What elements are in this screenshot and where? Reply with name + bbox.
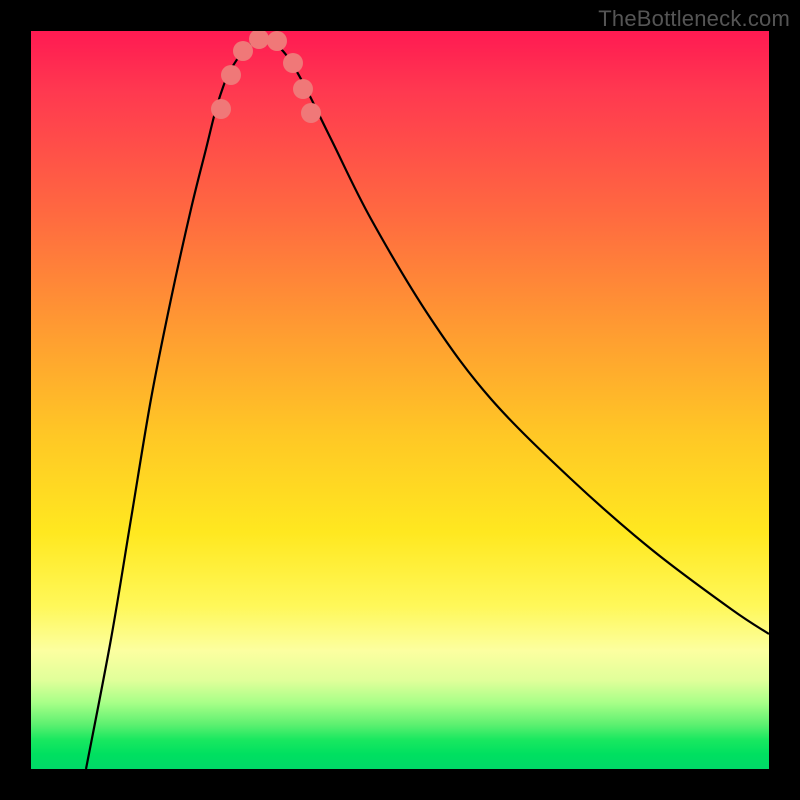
threshold-markers [211,31,321,123]
threshold-marker [211,99,231,119]
threshold-marker [267,31,287,51]
threshold-marker [293,79,313,99]
chart-plot-area [31,31,769,769]
threshold-marker [233,41,253,61]
threshold-marker [221,65,241,85]
threshold-marker [301,103,321,123]
bottleneck-curve [86,38,769,769]
chart-svg [31,31,769,769]
watermark-text: TheBottleneck.com [598,6,790,32]
threshold-marker [249,31,269,49]
threshold-marker [283,53,303,73]
